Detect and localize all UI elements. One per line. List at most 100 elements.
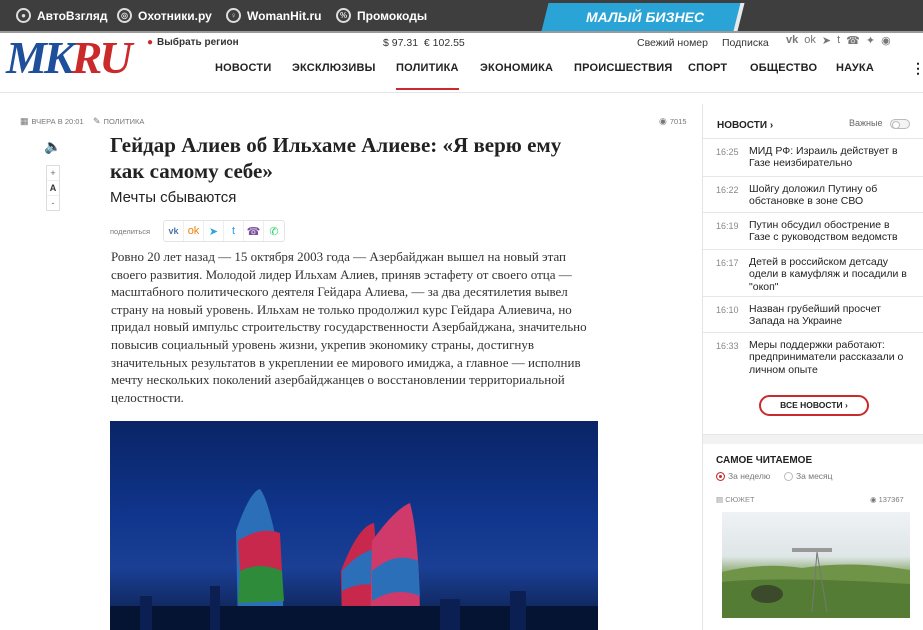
document-icon: ▤ xyxy=(716,495,724,504)
font-reset-button[interactable]: A xyxy=(47,181,59,196)
news-heading[interactable]: НОВОСТИ › xyxy=(717,120,773,131)
article-tools: 🔈 + A - xyxy=(44,138,62,211)
nav-news[interactable]: НОВОСТИ xyxy=(215,62,271,74)
share-whatsapp-icon[interactable]: ✆ xyxy=(264,221,284,241)
partner-link-promocodes[interactable]: % Промокоды xyxy=(336,8,427,23)
news-time: 16:10 xyxy=(716,305,739,315)
nav-incidents[interactable]: ПРОИСШЕСТВИЯ xyxy=(574,62,672,74)
percent-icon: % xyxy=(336,8,351,23)
partner-label: WomanHit.ru xyxy=(247,8,322,23)
news-time: 16:33 xyxy=(716,341,739,351)
news-time: 16:25 xyxy=(716,147,739,157)
news-item[interactable]: 16:10 Назван грубейший просчет Запада на… xyxy=(703,296,923,332)
partner-link-ohotniki[interactable]: ◎ Охотники.ру xyxy=(117,8,212,23)
subscribe-link[interactable]: Подписка xyxy=(722,37,769,49)
period-month-radio[interactable]: За месяц xyxy=(784,471,833,481)
all-news-button[interactable]: ВСЕ НОВОСТИ › xyxy=(759,395,869,416)
news-item[interactable]: 16:25 МИД РФ: Израиль действует в Газе н… xyxy=(703,138,923,176)
important-toggle[interactable] xyxy=(890,119,910,129)
share-viber-icon[interactable]: ☎ xyxy=(244,221,264,241)
eye-icon: ◉ xyxy=(870,495,877,504)
font-decrease-button[interactable]: - xyxy=(47,196,59,210)
nav-science[interactable]: НАУКА xyxy=(836,62,874,74)
rss-icon[interactable]: ◉ xyxy=(881,34,891,47)
share-label: поделиться xyxy=(110,227,151,236)
article-photo-flame-towers[interactable] xyxy=(110,421,598,630)
news-time: 16:17 xyxy=(716,258,739,268)
region-label: Выбрать регион xyxy=(157,37,239,48)
most-read-heading: САМОЕ ЧИТАЕМОЕ xyxy=(716,455,813,466)
news-item[interactable]: 16:17 Детей в российском детсаду одели в… xyxy=(703,249,923,296)
sidebar-separator xyxy=(703,434,923,444)
period-week-radio[interactable]: За неделю xyxy=(716,471,770,481)
radio-checked-icon xyxy=(716,471,725,481)
pencil-icon: ✎ xyxy=(93,116,101,126)
news-time: 16:22 xyxy=(716,185,739,195)
article-title: Гейдар Алиев об Ильхаме Алиеве: «Я верю … xyxy=(110,133,562,183)
telegram-icon[interactable]: ➤ xyxy=(822,34,831,47)
currency-rates: $ 97.31 € 102.55 xyxy=(383,37,465,49)
main-navigation: НОВОСТИ ЭКСКЛЮЗИВЫ ПОЛИТИКА ЭКОНОМИКА ПР… xyxy=(0,62,923,92)
region-selector[interactable]: ● Выбрать регион xyxy=(147,37,239,48)
story-tag[interactable]: ▤ СЮЖЕТ xyxy=(716,495,755,504)
partner-link-avtovzglyad[interactable]: ● АвтоВзгляд xyxy=(16,8,108,23)
news-time: 16:19 xyxy=(716,221,739,231)
partner-link-womanhit[interactable]: ♀ WomanHit.ru xyxy=(226,8,321,23)
news-text: МИД РФ: Израиль действует в Газе неизбир… xyxy=(749,145,898,170)
radio-label: За неделю xyxy=(728,471,771,481)
nav-society[interactable]: ОБЩЕСТВО xyxy=(750,62,817,74)
twitter-icon[interactable]: t xyxy=(837,34,840,47)
share-telegram-icon[interactable]: ➤ xyxy=(204,221,224,241)
promo-banner-text[interactable]: МАЛЫЙ БИЗНЕС xyxy=(586,9,704,25)
chevron-right-icon: › xyxy=(845,400,848,410)
odnoklassniki-icon[interactable]: ok xyxy=(804,34,816,47)
news-item[interactable]: 16:22 Шойгу доложил Путину об обстановке… xyxy=(703,176,923,212)
usd-rate: $ 97.31 xyxy=(383,37,419,49)
viber-icon[interactable]: ☎ xyxy=(846,34,860,47)
nav-exclusives[interactable]: ЭКСКЛЮЗИВЫ xyxy=(292,62,376,74)
partner-label: Охотники.ру xyxy=(138,8,212,23)
news-text: Путин обсудил обострение в Газе с руково… xyxy=(749,219,898,244)
female-icon: ♀ xyxy=(226,8,241,23)
header-social-links: vk ok ➤ t ☎ ✦ ◉ xyxy=(786,34,891,47)
nav-economy[interactable]: ЭКОНОМИКА xyxy=(480,62,553,74)
vk-icon[interactable]: vk xyxy=(786,34,798,47)
share-twitter-icon[interactable]: t xyxy=(224,221,244,241)
eur-rate: € 102.55 xyxy=(423,37,465,49)
date-text: ВЧЕРА В 20:01 xyxy=(31,117,84,126)
location-pin-icon: ● xyxy=(147,37,154,48)
calendar-icon: ▦ xyxy=(20,116,29,126)
news-text: Меры поддержки работают: предприниматели… xyxy=(749,339,904,376)
news-item[interactable]: 16:19 Путин обсудил обострение в Газе с … xyxy=(703,212,923,249)
article-date: ▦ ВЧЕРА В 20:01 xyxy=(20,116,84,127)
views-count: 7015 xyxy=(669,117,687,126)
partner-label: АвтоВзгляд xyxy=(37,8,108,23)
article-rubric[interactable]: ✎ ПОЛИТИКА xyxy=(93,116,144,127)
share-odnoklassniki-icon[interactable]: ok xyxy=(184,221,204,241)
target-icon: ◎ xyxy=(117,8,132,23)
radio-label: За месяц xyxy=(796,471,833,481)
flame-towers-illustration xyxy=(110,489,598,630)
speaker-icon[interactable]: 🔈 xyxy=(44,138,62,155)
more-menu-icon[interactable]: ⋮ xyxy=(911,60,923,77)
news-text: Детей в российском детсаду одели в камуф… xyxy=(749,256,907,293)
dzen-icon[interactable]: ✦ xyxy=(866,34,875,47)
news-item[interactable]: 16:33 Меры поддержки работают: предприни… xyxy=(703,332,923,380)
nav-politics[interactable]: ПОЛИТИКА xyxy=(396,62,459,90)
nav-sport[interactable]: СПОРТ xyxy=(688,62,727,74)
font-increase-button[interactable]: + xyxy=(47,166,59,181)
top-partner-bar: ● АвтоВзгляд ◎ Охотники.ру ♀ WomanHit.ru… xyxy=(0,0,923,33)
partner-label: Промокоды xyxy=(357,8,428,23)
most-read-photo[interactable] xyxy=(722,512,910,618)
font-size-control: + A - xyxy=(46,165,60,211)
share-buttons: vk ok ➤ t ☎ ✆ xyxy=(163,220,285,242)
story-views: ◉ 137367 xyxy=(870,495,904,504)
rubric-text: ПОЛИТИКА xyxy=(103,117,145,126)
eye-icon: ◉ xyxy=(659,116,667,126)
radio-unchecked-icon xyxy=(784,471,793,481)
chevron-right-icon: › xyxy=(769,120,774,131)
news-text: Назван грубейший просчет Запада на Украи… xyxy=(749,303,881,328)
header-divider xyxy=(0,92,923,93)
share-vk-icon[interactable]: vk xyxy=(164,221,184,241)
fresh-issue-link[interactable]: Свежий номер xyxy=(637,37,708,49)
